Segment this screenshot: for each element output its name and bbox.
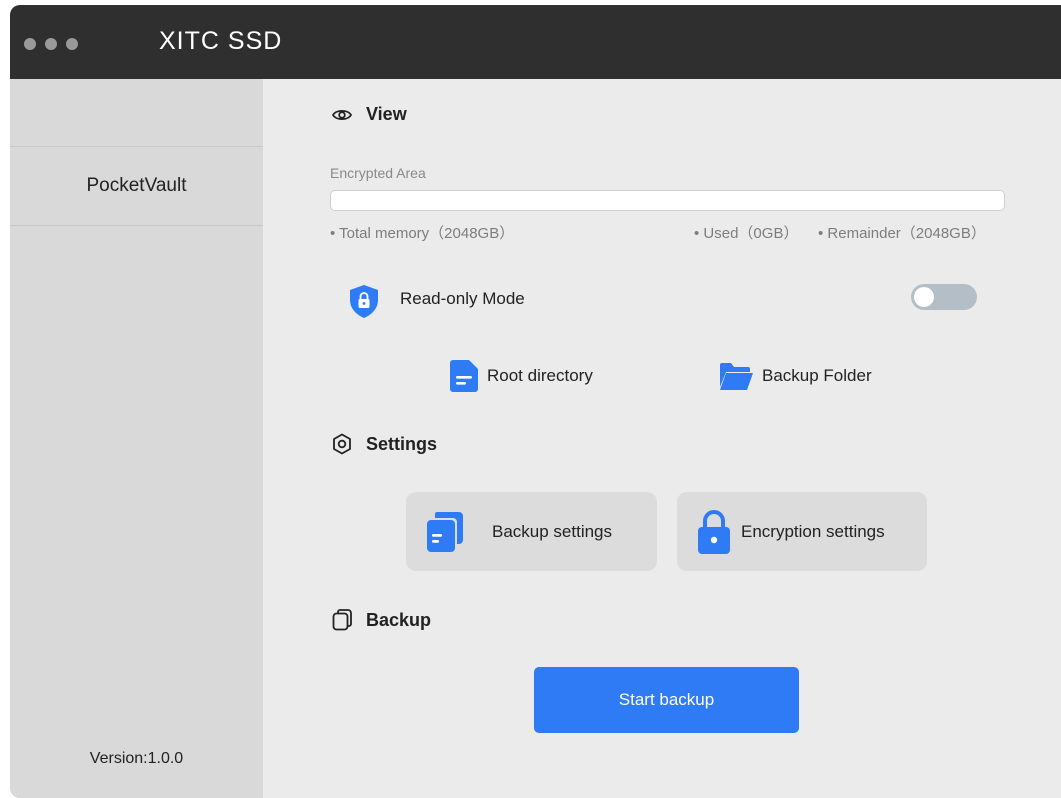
view-section-heading: View <box>332 104 407 125</box>
encryption-settings-button[interactable]: Encryption settings <box>677 492 927 571</box>
hexagon-gear-icon <box>333 433 351 455</box>
sidebar-item-label: PocketVault <box>86 175 187 196</box>
toggle-knob <box>914 287 934 307</box>
folder-open-icon <box>720 363 753 390</box>
start-backup-label: Start backup <box>618 690 715 709</box>
eye-icon <box>332 109 352 120</box>
encrypted-area-label: Encrypted Area <box>330 165 426 181</box>
backup-settings-button[interactable]: Backup settings <box>406 492 657 571</box>
start-backup-button[interactable]: Start backup <box>534 667 799 733</box>
file-icon <box>450 360 478 392</box>
app-window: XITC SSD PocketVault Version:1.0.0 View … <box>10 5 1061 798</box>
remainder-label: • Remainder（2048GB） <box>818 225 986 242</box>
version-label: Version:1.0.0 <box>89 750 184 767</box>
root-directory-link[interactable]: Root directory <box>449 359 593 393</box>
sidebar-item-pocketvault[interactable]: PocketVault <box>10 146 263 226</box>
close-window-button[interactable] <box>24 38 36 50</box>
used-label: • Used（0GB） <box>694 225 799 242</box>
shield-lock-icon <box>350 285 378 318</box>
backup-folder-label: Backup Folder <box>762 366 872 385</box>
backup-section-heading: Backup <box>332 609 431 631</box>
backup-settings-label: Backup settings <box>492 521 613 541</box>
zoom-window-button[interactable] <box>66 38 78 50</box>
title-bar: XITC SSD <box>10 5 1061 79</box>
settings-heading-text: Settings <box>366 433 438 454</box>
sidebar: PocketVault Version:1.0.0 <box>10 79 263 798</box>
storage-usage-bar <box>330 190 1005 211</box>
total-memory-label: • Total memory（2048GB） <box>330 225 515 242</box>
encryption-settings-label: Encryption settings <box>741 521 885 541</box>
minimize-window-button[interactable] <box>45 38 57 50</box>
padlock-icon <box>698 509 730 554</box>
view-heading-text: View <box>366 104 407 124</box>
app-title: XITC SSD <box>159 27 283 55</box>
read-only-mode-label: Read-only Mode <box>400 289 525 308</box>
read-only-mode-toggle[interactable] <box>911 284 977 310</box>
copy-icon <box>332 609 352 631</box>
settings-section-heading: Settings <box>332 433 437 455</box>
backup-heading-text: Backup <box>366 609 432 630</box>
copy-file-icon <box>427 511 463 552</box>
backup-folder-link[interactable]: Backup Folder <box>718 360 872 392</box>
root-directory-label: Root directory <box>487 366 593 385</box>
